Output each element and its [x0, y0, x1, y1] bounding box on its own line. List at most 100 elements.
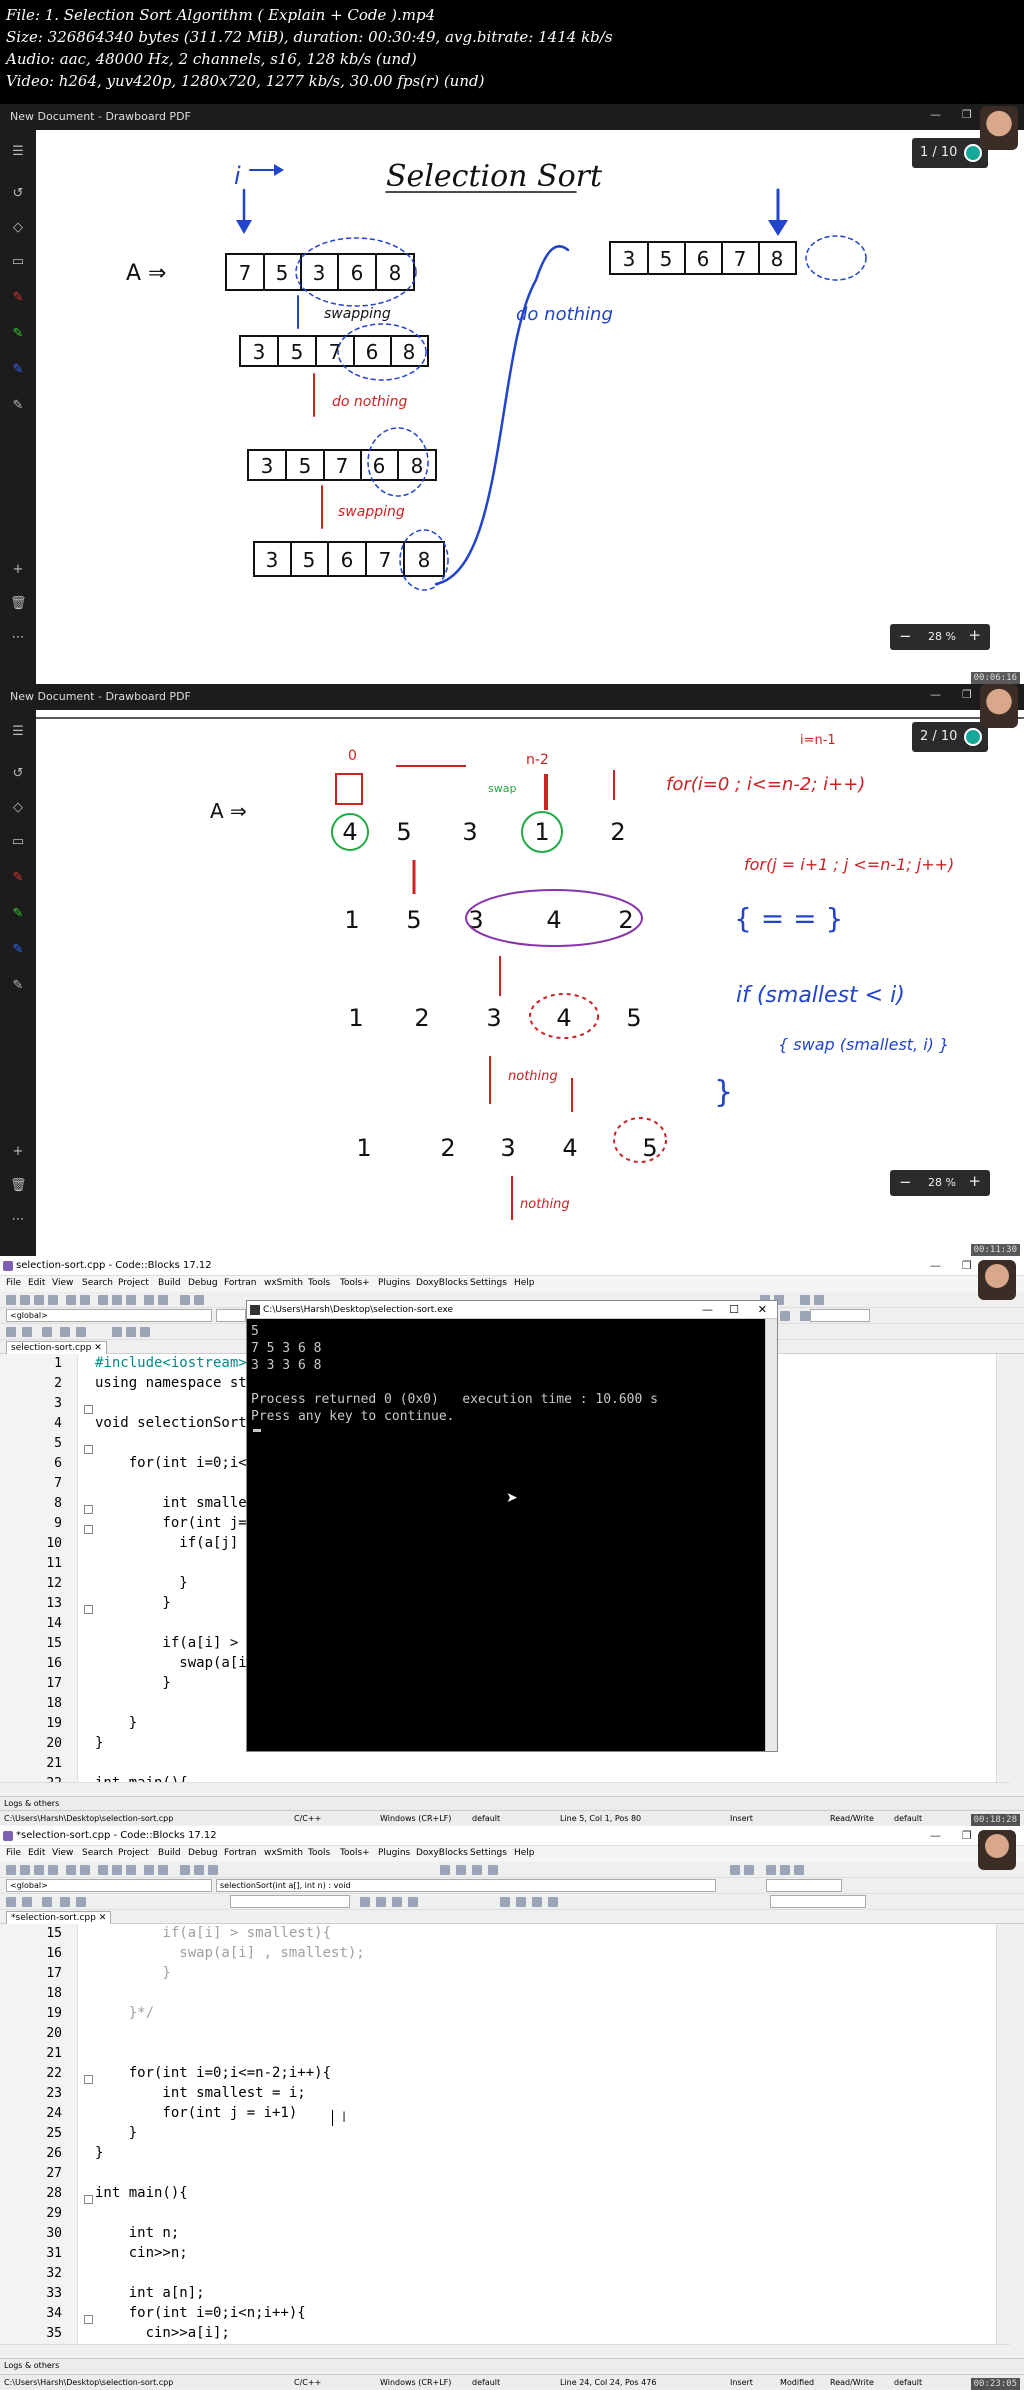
drawboard-canvas[interactable]: A ⇒ 45312 15342 12345 12345 0 n-2 swap i…	[36, 710, 1024, 1256]
menu-fortran[interactable]: Fortran	[224, 1278, 257, 1288]
maximize-button[interactable]: ❐	[962, 108, 972, 121]
minimize-button[interactable]: —	[930, 688, 941, 701]
replace-icon[interactable]	[158, 1295, 168, 1305]
fold-marker[interactable]	[84, 1405, 93, 1414]
code-line[interactable]: for(int j = i+1)	[95, 2105, 297, 2121]
page-indicator[interactable]: 2 / 10	[912, 722, 988, 752]
vertical-scrollbar[interactable]	[996, 1924, 1010, 2344]
target-select[interactable]	[230, 1895, 350, 1908]
search-box[interactable]	[766, 1879, 842, 1892]
menu-file[interactable]: File	[6, 1278, 21, 1288]
code-line[interactable]: if(a[i] > smallest){	[95, 1925, 331, 1941]
debug-prev-icon[interactable]	[60, 1327, 70, 1337]
eraser-icon[interactable]: ◇	[10, 800, 26, 816]
jump-forward-icon[interactable]	[744, 1865, 754, 1875]
debug-next-icon[interactable]	[76, 1327, 86, 1337]
close-icon[interactable]: ✕	[99, 1913, 107, 1923]
red-pen-icon[interactable]: ✎	[10, 870, 26, 886]
scope-select[interactable]: <global>	[6, 1309, 212, 1322]
drawboard-canvas[interactable]: Selection Sort i A ⇒ 7 5 3 6 8 3 5 7 6 8…	[36, 130, 1024, 684]
ruler-icon[interactable]: ▭	[10, 834, 26, 850]
box-icon[interactable]	[548, 1897, 558, 1907]
tab-selection-sort[interactable]: *selection-sort.cpp ✕	[6, 1911, 112, 1924]
code-line[interactable]: int a[n];	[95, 2285, 205, 2301]
paste-icon[interactable]	[126, 1295, 136, 1305]
undo-icon[interactable]: ↺	[10, 766, 26, 782]
green-pen-icon[interactable]: ✎	[10, 906, 26, 922]
cut-icon[interactable]	[98, 1865, 108, 1875]
bookmark-next-icon[interactable]	[814, 1295, 824, 1305]
code-line[interactable]: using namespace std;	[95, 1375, 264, 1391]
search-box[interactable]	[810, 1309, 870, 1322]
debug-prev-icon[interactable]	[60, 1897, 70, 1907]
code-line[interactable]: for(int i=0;i<n;i++){	[95, 2305, 306, 2321]
code-line[interactable]: swap(a[i] , smallest);	[95, 1945, 364, 1961]
pencil-icon[interactable]: ✎	[10, 398, 26, 414]
console-maximize-button[interactable]: ☐	[729, 1303, 739, 1316]
code-line[interactable]: }	[95, 1965, 170, 1981]
fold-marker[interactable]	[84, 1525, 93, 1534]
menu-icon[interactable]: ☰	[10, 144, 26, 160]
fold-marker[interactable]	[84, 2315, 93, 2324]
menu-icon[interactable]: ☰	[10, 724, 26, 740]
code-line[interactable]: #include<iostream>	[95, 1355, 247, 1371]
console-window[interactable]: C:\Users\Harsh\Desktop\selection-sort.ex…	[246, 1300, 778, 1752]
menu-wxsmith[interactable]: wxSmith	[264, 1278, 303, 1288]
ruler-icon[interactable]: ▭	[10, 254, 26, 270]
match-case-icon[interactable]	[780, 1311, 790, 1321]
menu-debug[interactable]: Debug	[188, 1848, 218, 1858]
menu-doxyblocks[interactable]: DoxyBlocks	[416, 1278, 468, 1288]
red-pen-icon[interactable]: ✎	[10, 290, 26, 306]
function-select[interactable]: selectionSort(int a[], int n) : void	[216, 1879, 716, 1892]
menu-build[interactable]: Build	[158, 1848, 181, 1858]
build-icon[interactable]	[180, 1865, 190, 1875]
code-line[interactable]: }	[95, 1595, 170, 1611]
run-icon[interactable]	[194, 1295, 204, 1305]
console-minimize-button[interactable]: —	[702, 1303, 713, 1316]
debug-stop-icon[interactable]	[488, 1865, 498, 1875]
debug-next-icon[interactable]	[76, 1897, 86, 1907]
menu-help[interactable]: Help	[514, 1848, 535, 1858]
close-icon[interactable]: ✕	[94, 1343, 102, 1353]
menu-tools-plus[interactable]: Tools+	[340, 1848, 370, 1858]
code-line[interactable]: }*/	[95, 2005, 154, 2021]
menu-project[interactable]: Project	[118, 1278, 149, 1288]
debug-run-icon[interactable]	[440, 1865, 450, 1875]
code-line[interactable]: }	[95, 1715, 137, 1731]
build-icon[interactable]	[180, 1295, 190, 1305]
box-icon[interactable]	[532, 1897, 542, 1907]
doxy-icon[interactable]	[42, 1897, 52, 1907]
menu-settings[interactable]: Settings	[470, 1848, 507, 1858]
logs-panel[interactable]: Logs & others	[0, 1796, 1024, 1810]
more-icon[interactable]: ⋯	[10, 630, 26, 646]
open-file-icon[interactable]	[20, 1295, 30, 1305]
uncomment-icon[interactable]	[22, 1897, 32, 1907]
debug-step-icon[interactable]	[456, 1865, 466, 1875]
edit-icon[interactable]	[360, 1897, 370, 1907]
regex-icon[interactable]	[800, 1311, 810, 1321]
code-line[interactable]: cin>>n;	[95, 2245, 188, 2261]
scope-select[interactable]: <global>	[6, 1879, 212, 1892]
menu-view[interactable]: View	[52, 1278, 73, 1288]
fold-marker[interactable]	[84, 1605, 93, 1614]
code-line[interactable]: }	[95, 2145, 103, 2161]
menu-tools[interactable]: Tools	[308, 1848, 330, 1858]
redo-icon[interactable]	[80, 1865, 90, 1875]
blue-pen-icon[interactable]: ✎	[10, 362, 26, 378]
maximize-button[interactable]: ❐	[962, 1259, 972, 1272]
code-line[interactable]: }	[95, 1675, 170, 1691]
code-line[interactable]: }	[95, 1735, 103, 1751]
horizontal-scrollbar[interactable]	[0, 1782, 1010, 1794]
paste-icon[interactable]	[126, 1865, 136, 1875]
save-all-icon[interactable]	[48, 1865, 58, 1875]
bookmark-prev-icon[interactable]	[794, 1865, 804, 1875]
menu-help[interactable]: Help	[514, 1278, 535, 1288]
build-run-icon[interactable]	[208, 1865, 218, 1875]
save-icon[interactable]	[34, 1295, 44, 1305]
menu-search[interactable]: Search	[82, 1278, 113, 1288]
page-indicator[interactable]: 1 / 10	[912, 138, 988, 168]
fold-marker[interactable]	[84, 2075, 93, 2084]
vertical-scrollbar[interactable]	[996, 1354, 1010, 1784]
open-file-icon[interactable]	[20, 1865, 30, 1875]
blue-pen-icon[interactable]: ✎	[10, 942, 26, 958]
